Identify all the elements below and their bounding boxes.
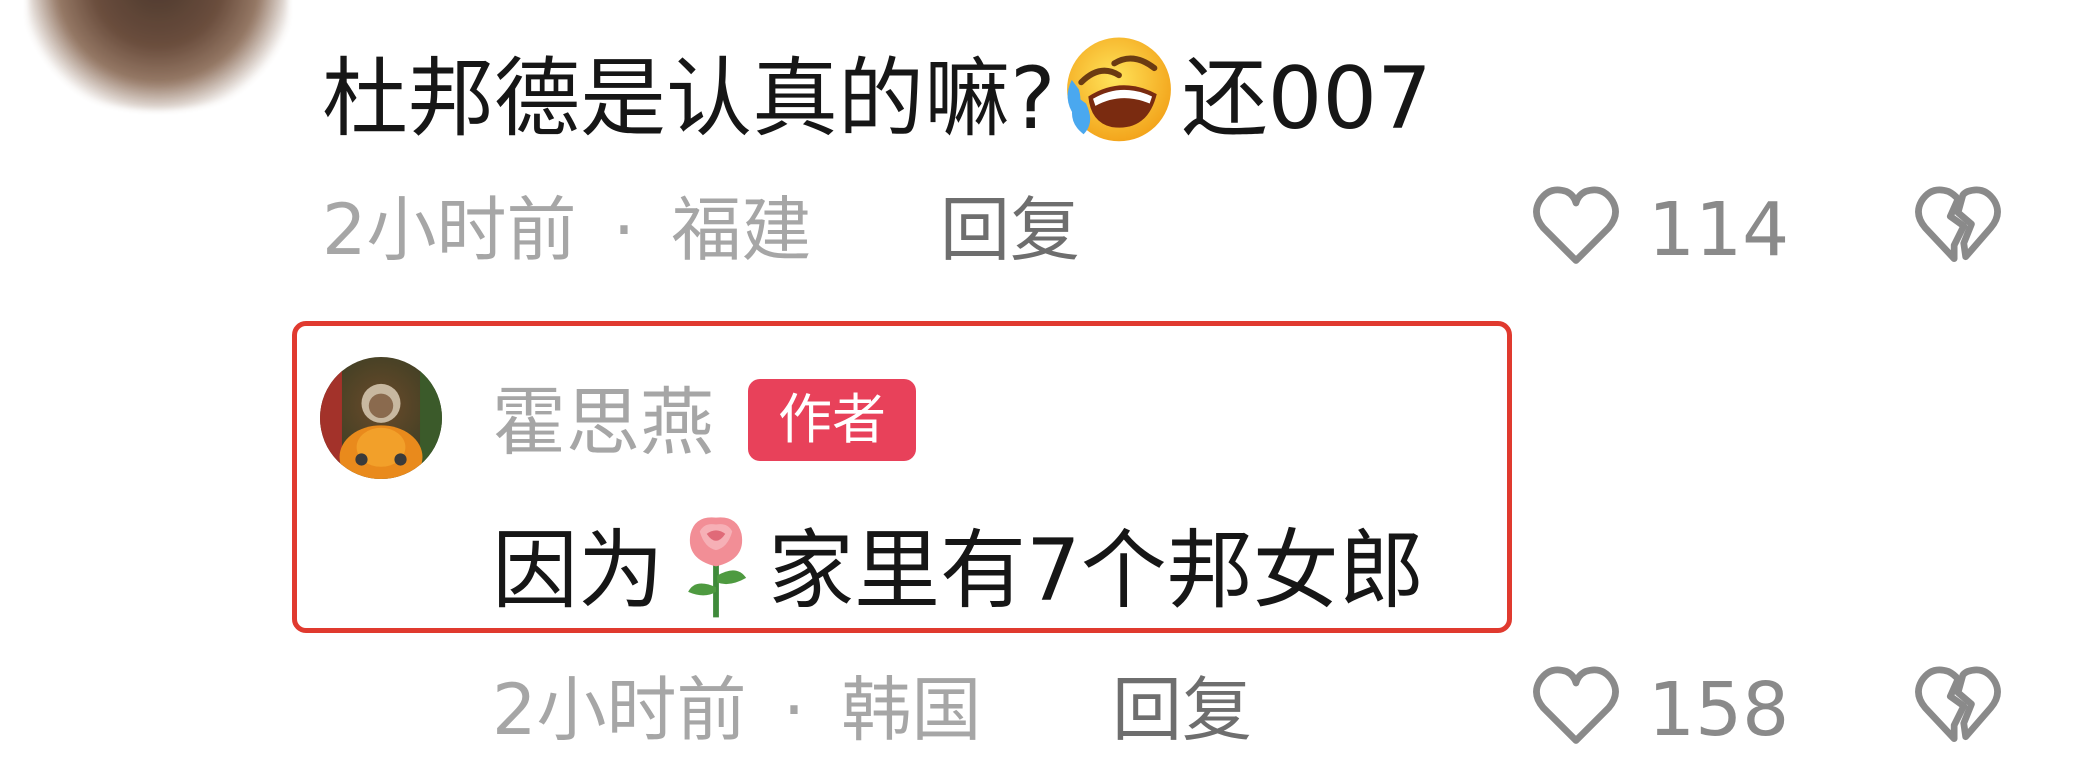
reply-time: 2小时前 [492,669,747,751]
reply-separator: · [782,669,806,751]
comment-like-count: 114 [1648,187,1790,273]
commenter-avatar[interactable] [28,0,288,110]
reply-text-before: 因为 [492,521,664,621]
broken-heart-dislike-icon[interactable] [1910,658,2006,754]
author-avatar[interactable] [320,357,442,479]
heart-outline-icon[interactable] [1528,178,1624,274]
comment-reply-button[interactable]: 回复 [940,190,1080,270]
comment-time: 2小时前 [322,189,577,271]
comment-location: 福建 [671,189,812,271]
heart-outline-icon[interactable] [1528,658,1624,754]
author-badge: 作者 [748,379,916,461]
broken-heart-dislike-icon[interactable] [1910,178,2006,274]
comment-text-after: 还007 [1181,49,1432,149]
comment-meta: 2小时前 · 福建 [322,190,811,270]
rose-emoji-icon [688,517,747,618]
reply-reply-button[interactable]: 回复 [1112,670,1252,750]
author-name[interactable]: 霍思燕 [492,381,714,465]
comment-text-before: 杜邦德是认真的嘛? [322,49,1056,149]
comment-text: 杜邦德是认真的嘛? 还007 [322,28,1432,154]
rolling-on-floor-laughing-emoji-icon [1066,37,1171,142]
comment-separator: · [612,189,636,271]
reply-location: 韩国 [841,669,982,751]
reply-meta: 2小时前 · 韩国 [492,670,981,750]
reply-like-count: 158 [1648,667,1790,753]
reply-text-after: 家里有7个邦女郎 [768,521,1425,621]
reply-text: 因为 家里有7个邦女郎 [492,506,1425,626]
